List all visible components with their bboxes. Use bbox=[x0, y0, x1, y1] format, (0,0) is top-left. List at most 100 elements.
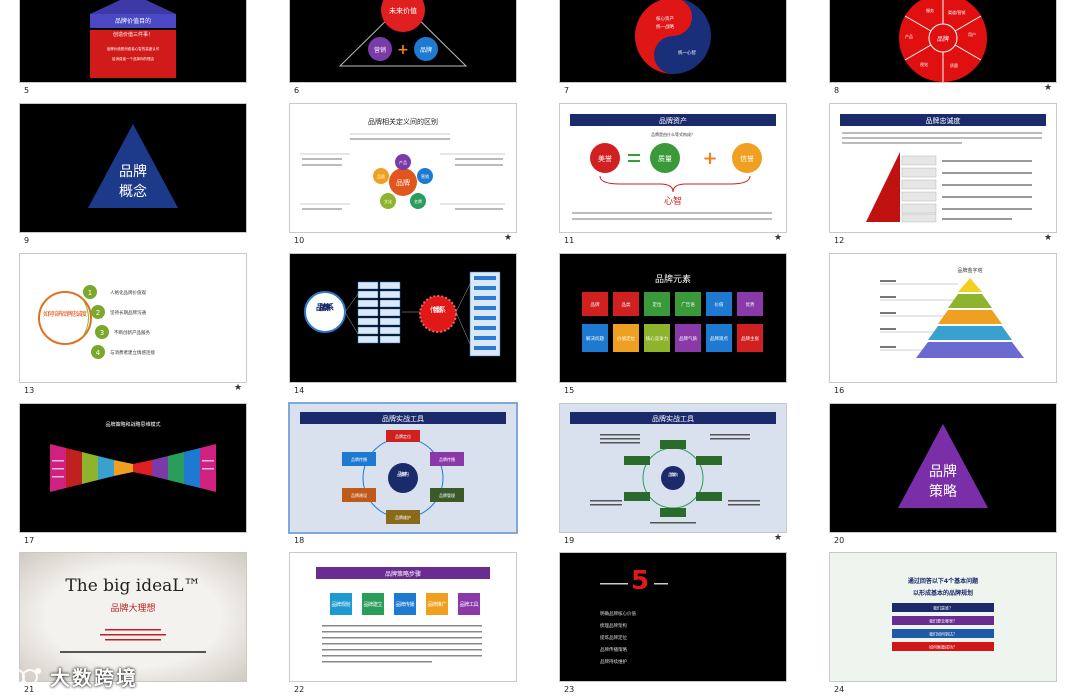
slide-thumbnail-22[interactable]: 品牌策略步骤 品牌规划 品牌建立 品牌传播 品牌推广 品牌工具 22 bbox=[270, 549, 540, 699]
slide-8-art: 品牌 服务 渠道/营销 用户 产品 质量 视觉 bbox=[899, 0, 987, 82]
slide-5-art: 品牌价值目的 创造价值三件事！ 品牌价值是消费者心智的高度认可 给消费者一个选择… bbox=[90, 0, 176, 78]
slide-18-title: 品牌实战工具 bbox=[382, 414, 424, 423]
slide-number: 12 bbox=[834, 236, 845, 245]
slide-12-title: 品牌忠诚度 bbox=[926, 116, 961, 125]
star-icon[interactable]: ★ bbox=[1044, 233, 1052, 243]
slide-14-mid: 传播体系 bbox=[430, 305, 446, 314]
element-label: 品牌主张 bbox=[741, 335, 759, 342]
slide-12-preview: 品牌忠诚度 bbox=[829, 103, 1057, 233]
slide-7-t2: 统一战略 bbox=[656, 23, 674, 30]
slide-number: 17 bbox=[24, 536, 35, 545]
slide-14-preview: 品牌体系 传播体系 bbox=[289, 253, 517, 383]
slide-13-item: 与消费者建立情感连接 bbox=[110, 349, 155, 356]
element-label: 品牌气质 bbox=[679, 335, 697, 342]
slide-6-art: 未来价值 营销 品牌 + bbox=[338, 0, 468, 67]
element-label: 广告语 bbox=[681, 301, 695, 308]
slide-16-title: 品牌金字塔 bbox=[957, 267, 982, 274]
element-label: 价值定位 bbox=[617, 335, 635, 342]
slide-15-art: 品牌元素 品牌 品类 定位 广告语 价值 优势 解决问题 价值定位 核心竞争力 … bbox=[582, 273, 763, 352]
slide-18-box: 品牌建设 bbox=[351, 492, 367, 498]
slide-18-box: 品牌传播 bbox=[439, 456, 455, 462]
watermark: 大数跨境 bbox=[8, 662, 138, 691]
svg-text:1: 1 bbox=[88, 289, 92, 297]
slide-number: 15 bbox=[564, 386, 575, 395]
slide-23-item: 梳理品牌架构 bbox=[600, 622, 627, 629]
slide-7-t3: 统一心智 bbox=[678, 49, 696, 56]
slide-thumbnail-11[interactable]: 品牌资产 品牌是由什么等式构成？ 美誉 质量 + 信誉 心智 11 ★ bbox=[540, 100, 810, 250]
slide-20-preview: 品牌 策略 bbox=[829, 403, 1057, 533]
watermark-logo-icon bbox=[9, 667, 41, 685]
slide-thumbnail-10[interactable]: 品牌相关定义间的区别 品牌 产品 营销 名牌 文化 品质 10 ★ bbox=[270, 100, 540, 250]
element-label: 品类 bbox=[622, 301, 631, 308]
slide-19-preview: 品牌实战工具 品牌架构 bbox=[559, 403, 787, 533]
slide-9-art: 品牌 概念 bbox=[88, 124, 178, 208]
slide-11-b: 质量 bbox=[658, 154, 672, 163]
slide-thumbnail-7[interactable]: 核心资产 统一战略 统一心智 7 bbox=[540, 0, 810, 100]
star-icon[interactable]: ★ bbox=[234, 383, 242, 393]
slide-19-art: 品牌实战工具 品牌架构 bbox=[570, 412, 776, 524]
slide-thumbnail-19[interactable]: 品牌实战工具 品牌架构 19 ★ bbox=[540, 400, 810, 550]
star-icon[interactable]: ★ bbox=[774, 533, 782, 543]
slide-16-preview: 品牌金字塔 bbox=[829, 253, 1057, 383]
slide-thumbnail-15[interactable]: 品牌元素 品牌 品类 定位 广告语 价值 优势 解决问题 价值定位 核心竞争力 … bbox=[540, 250, 810, 400]
slide-thumbnail-8[interactable]: 品牌 服务 渠道/营销 用户 产品 质量 视觉 8 ★ bbox=[810, 0, 1080, 100]
slide-thumbnail-9[interactable]: 品牌 概念 9 bbox=[0, 100, 270, 250]
slide-24-art: 通过回答以下4个基本问题 以形成基本的品牌规划 我们是谁？ 我们要去哪里？ 我们… bbox=[892, 577, 994, 651]
slide-5-line1: 品牌价值是消费者心智的高度认可 bbox=[107, 46, 160, 51]
element-label: 品牌 bbox=[591, 301, 600, 308]
slide-10-art: 品牌相关定义间的区别 品牌 产品 营销 名牌 文化 品质 bbox=[300, 117, 505, 210]
slide-number: 22 bbox=[294, 685, 305, 694]
slide-thumbnail-16[interactable]: 品牌金字塔 16 bbox=[810, 250, 1080, 400]
element-label: 品牌观点 bbox=[710, 335, 728, 342]
slide-thumbnail-6[interactable]: 未来价值 营销 品牌 + 6 bbox=[270, 0, 540, 100]
slide-13-item: 坚持长期品牌沟通 bbox=[110, 309, 146, 316]
slide-9-t2: 概念 bbox=[119, 183, 147, 200]
slide-23-item: 明确品牌核心价值 bbox=[600, 610, 636, 617]
slide-thumbnail-17[interactable]: 品牌策略和战略思维模式 17 bbox=[0, 400, 270, 550]
slide-22-step: 品牌工具 bbox=[460, 601, 479, 608]
slide-24-title1: 通过回答以下4个基本问题 bbox=[908, 577, 979, 585]
slide-18-box: 品牌管理 bbox=[439, 492, 455, 498]
slide-thumbnail-23[interactable]: 5 明确品牌核心价值 梳理品牌架构 提炼品牌定位 品牌传播策略 品牌持续维护 2… bbox=[540, 549, 810, 699]
slide-thumbnail-20[interactable]: 品牌 策略 20 bbox=[810, 400, 1080, 550]
svg-text:+: + bbox=[702, 148, 717, 169]
slide-7-preview: 核心资产 统一战略 统一心智 bbox=[559, 0, 787, 83]
slide-22-title: 品牌策略步骤 bbox=[385, 570, 421, 578]
slide-thumbnail-14[interactable]: 品牌体系 传播体系 14 bbox=[270, 250, 540, 400]
slide-18-box: 品牌传播 bbox=[351, 456, 367, 462]
slide-8-s2: 渠道/营销 bbox=[948, 9, 965, 15]
slide-number: 8 bbox=[834, 86, 840, 95]
slide-8-s5: 质量 bbox=[950, 62, 958, 68]
watermark-text: 大数跨境 bbox=[50, 666, 138, 690]
slide-22-art: 品牌策略步骤 品牌规划 品牌建立 品牌传播 品牌推广 品牌工具 bbox=[316, 567, 490, 663]
element-label: 价值 bbox=[715, 301, 724, 308]
slide-14-left: 品牌体系 bbox=[316, 302, 334, 312]
slide-5-sub: 创造价值三件事！ bbox=[113, 31, 153, 38]
slide-13-item: 不断创新产品服务 bbox=[114, 329, 150, 336]
slide-thumbnail-12[interactable]: 品牌忠诚度 12 ★ bbox=[810, 100, 1080, 250]
slide-thumbnail-13[interactable]: 如何培养品牌忠诚度 1 2 3 4 人格化品牌价值观 坚持长期品牌沟通 不断创新… bbox=[0, 250, 270, 400]
slide-11-preview: 品牌资产 品牌是由什么等式构成？ 美誉 质量 + 信誉 心智 bbox=[559, 103, 787, 233]
slide-8-s4: 产品 bbox=[905, 33, 913, 39]
star-icon[interactable]: ★ bbox=[504, 233, 512, 243]
slide-8-s6: 视觉 bbox=[920, 61, 928, 67]
slide-thumbnail-18[interactable]: 品牌实战工具 品牌架构 品牌定位 品牌传播 品牌管理 品牌维护 品牌建设 品牌传… bbox=[270, 400, 540, 550]
slide-23-preview: 5 明确品牌核心价值 梳理品牌架构 提炼品牌定位 品牌传播策略 品牌持续维护 bbox=[559, 552, 787, 682]
star-icon[interactable]: ★ bbox=[1044, 83, 1052, 93]
slide-6-left: 营销 bbox=[374, 46, 386, 54]
slide-thumbnail-24[interactable]: 通过回答以下4个基本问题 以形成基本的品牌规划 我们是谁？ 我们要去哪里？ 我们… bbox=[810, 549, 1080, 699]
slide-23-item: 提炼品牌定位 bbox=[600, 634, 627, 641]
slide-22-preview: 品牌策略步骤 品牌规划 品牌建立 品牌传播 品牌推广 品牌工具 bbox=[289, 552, 517, 682]
slide-17-art: 品牌策略和战略思维模式 bbox=[50, 421, 216, 492]
slide-10-n3: 名牌 bbox=[414, 198, 422, 204]
slide-thumbnail-5[interactable]: 品牌价值目的 创造价值三件事！ 品牌价值是消费者心智的高度认可 给消费者一个选择… bbox=[0, 0, 270, 100]
slide-6-title: 未来价值 bbox=[389, 6, 417, 15]
slide-15-title: 品牌元素 bbox=[655, 273, 691, 285]
element-label: 优势 bbox=[746, 301, 755, 308]
element-label: 定位 bbox=[653, 301, 662, 308]
svg-text:+: + bbox=[397, 42, 409, 58]
slide-23-big: 5 bbox=[631, 566, 649, 596]
slide-15-preview: 品牌元素 品牌 品类 定位 广告语 价值 优势 解决问题 价值定位 核心竞争力 … bbox=[559, 253, 787, 383]
star-icon[interactable]: ★ bbox=[774, 233, 782, 243]
slide-18-box: 品牌定位 bbox=[395, 433, 411, 439]
